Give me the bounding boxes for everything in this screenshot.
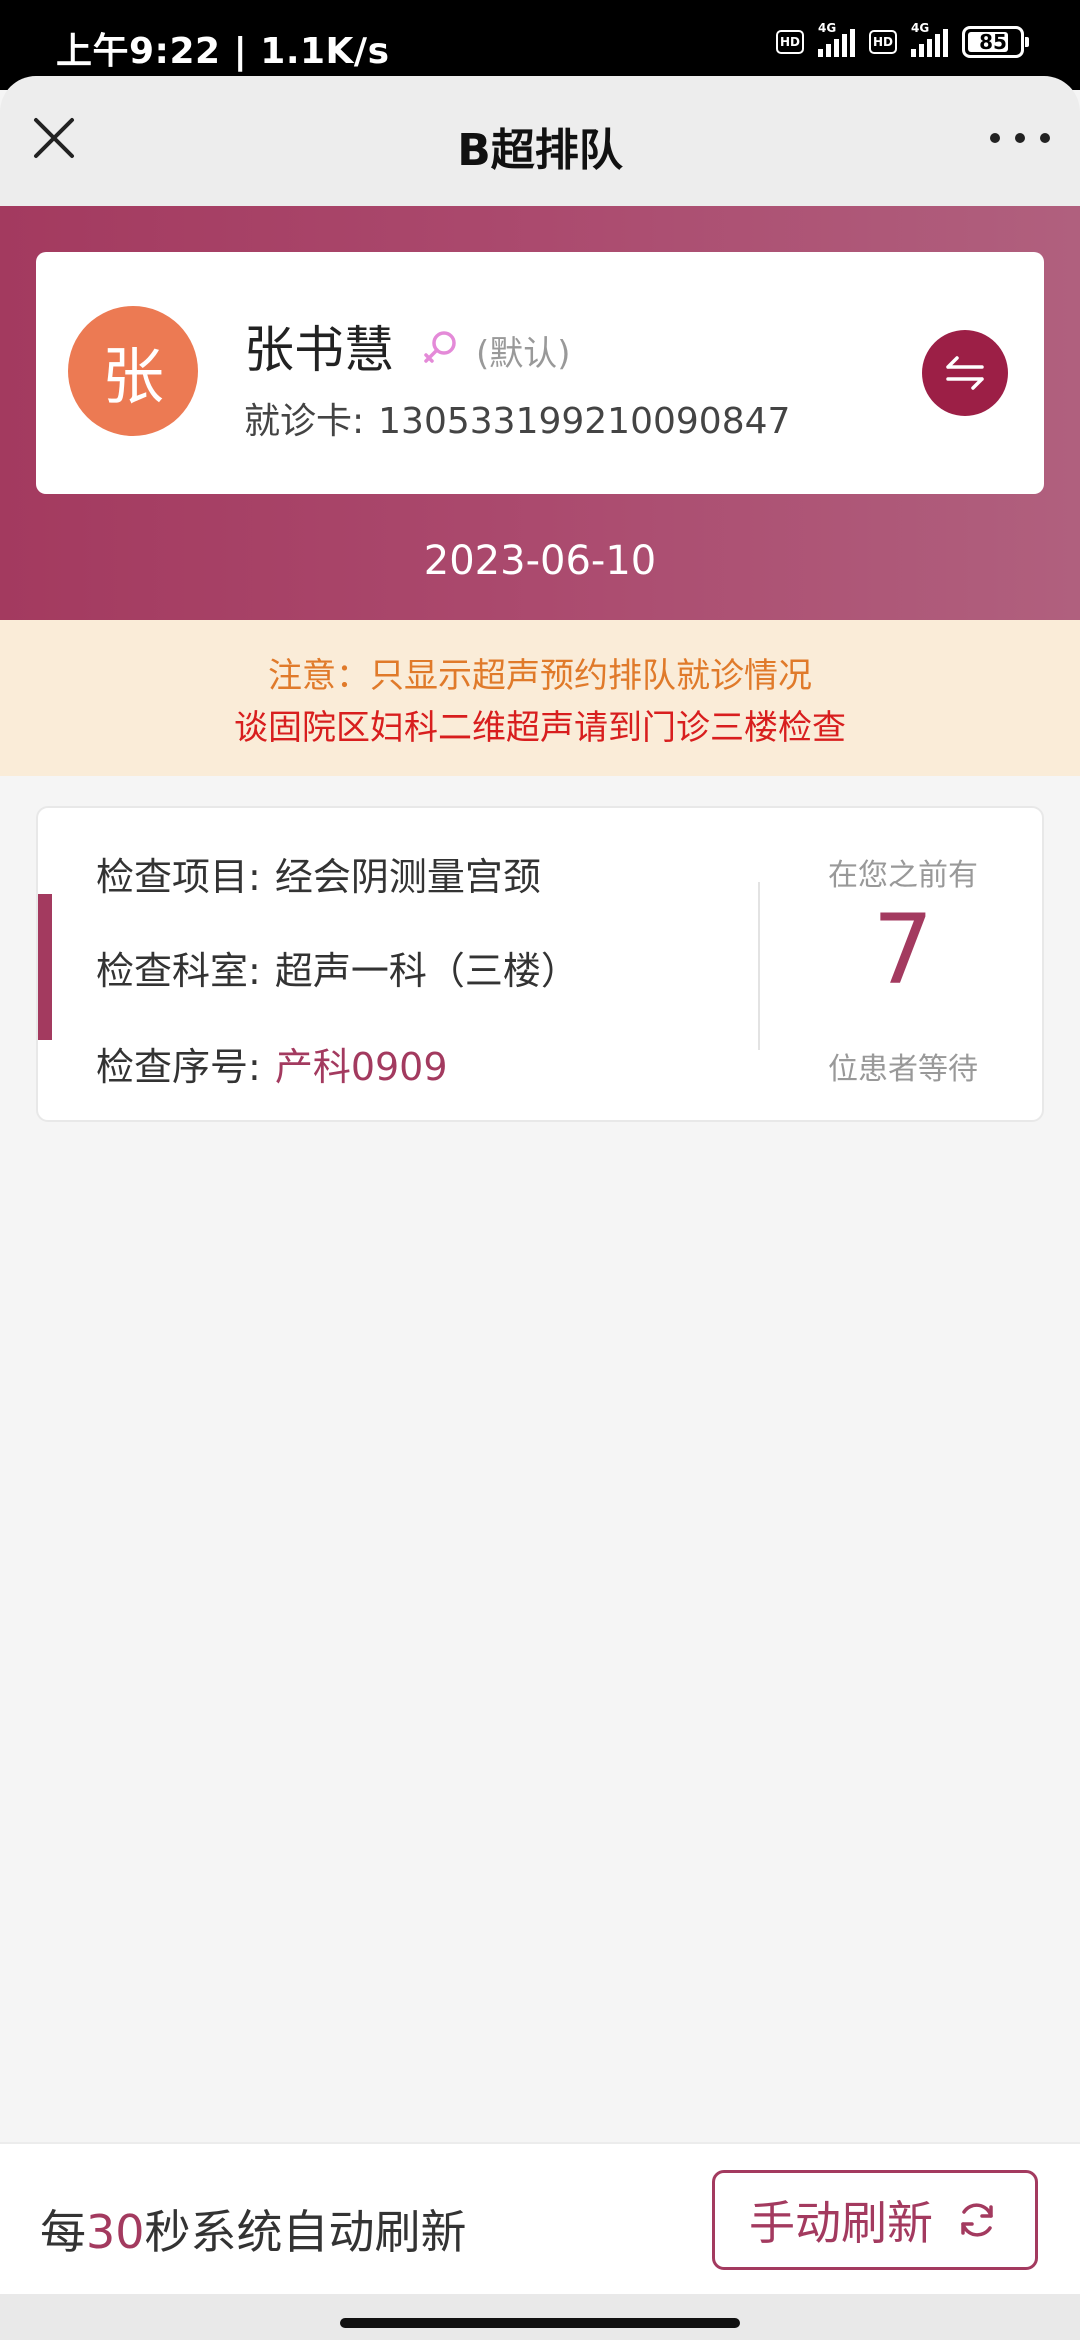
- hd-icon: HD: [776, 30, 804, 54]
- network-type: 4G: [911, 21, 930, 35]
- more-dots-icon[interactable]: [990, 114, 1050, 162]
- battery-icon: 85: [962, 26, 1029, 58]
- patient-card[interactable]: 张 张书慧 (默认) 就诊卡: 130533199210090847: [36, 252, 1044, 494]
- avatar: 张: [68, 306, 198, 436]
- notice-banner: 注意：只显示超声预约排队就诊情况 谈固院区妇科二维超声请到门诊三楼检查: [0, 620, 1080, 776]
- page-title: B超排队: [457, 125, 623, 176]
- home-indicator[interactable]: [340, 2318, 740, 2328]
- exam-number-row: 检查序号: 产科0909: [96, 1036, 448, 1091]
- exam-department-value: 超声一科（三楼）: [274, 949, 579, 993]
- exam-number-value: 产科0909: [274, 1045, 448, 1089]
- status-icons: HD 4G HD 4G 85: [776, 21, 1029, 58]
- signal-icon: 4G: [818, 21, 855, 57]
- card-number-row: 就诊卡: 130533199210090847: [244, 392, 790, 444]
- nav-bar: B超排队: [0, 76, 1080, 206]
- patient-header: 张 张书慧 (默认) 就诊卡: 130533199210090847 2023-0…: [0, 206, 1080, 620]
- queue-card: 检查项目: 经会阴测量宫颈 检查科室: 超声一科（三楼） 检查序号: 产科0909 在…: [36, 806, 1044, 1122]
- patient-name: 张书慧: [244, 321, 394, 379]
- queue-date: 2023-06-10: [423, 538, 657, 584]
- exam-department-label: 检查科室:: [96, 949, 261, 993]
- footer-bar: 每30秒系统自动刷新 手动刷新: [0, 2142, 1080, 2294]
- battery-level: 85: [979, 30, 1007, 54]
- divider: [758, 882, 760, 1050]
- exam-item-label: 检查项目:: [96, 855, 261, 899]
- hd-icon: HD: [869, 30, 897, 54]
- manual-refresh-label: 手动刷新: [749, 2196, 933, 2250]
- exam-item-value: 经会阴测量宫颈: [274, 855, 541, 899]
- exam-department-row: 检查科室: 超声一科（三楼）: [96, 940, 579, 995]
- exam-item-row: 检查项目: 经会阴测量宫颈: [96, 846, 541, 901]
- gesture-area: [0, 2294, 1080, 2340]
- female-icon: [420, 328, 460, 368]
- switch-patient-button[interactable]: [922, 330, 1008, 416]
- wait-prefix: 在您之前有: [828, 858, 978, 893]
- status-time: 上午9:22 | 1.1K/s: [56, 31, 390, 72]
- auto-refresh-interval: 30: [86, 2205, 145, 2259]
- auto-refresh-prefix: 每: [40, 2205, 86, 2259]
- accent-bar: [38, 894, 52, 1040]
- clock: 上午9:22: [56, 31, 221, 72]
- notice-line-2: 谈固院区妇科二维超声请到门诊三楼检查: [234, 708, 846, 748]
- switch-arrows-icon: [946, 356, 984, 390]
- card-number: 130533199210090847: [378, 401, 791, 442]
- exam-number-label: 检查序号:: [96, 1045, 261, 1089]
- card-label: 就诊卡:: [244, 401, 365, 442]
- default-tag: (默认): [476, 334, 571, 374]
- auto-refresh-suffix: 秒系统自动刷新: [144, 2205, 467, 2259]
- wait-suffix: 位患者等待: [828, 1052, 978, 1087]
- signal-icon: 4G: [911, 21, 948, 57]
- wait-count: 7: [872, 894, 934, 1006]
- auto-refresh-text: 每30秒系统自动刷新: [40, 2196, 467, 2262]
- notice-line-1: 注意：只显示超声预约排队就诊情况: [268, 656, 812, 696]
- network-type: 4G: [818, 21, 837, 35]
- manual-refresh-button[interactable]: 手动刷新: [712, 2170, 1038, 2270]
- network-speed: 1.1K/s: [260, 31, 390, 72]
- refresh-icon: [961, 2203, 993, 2237]
